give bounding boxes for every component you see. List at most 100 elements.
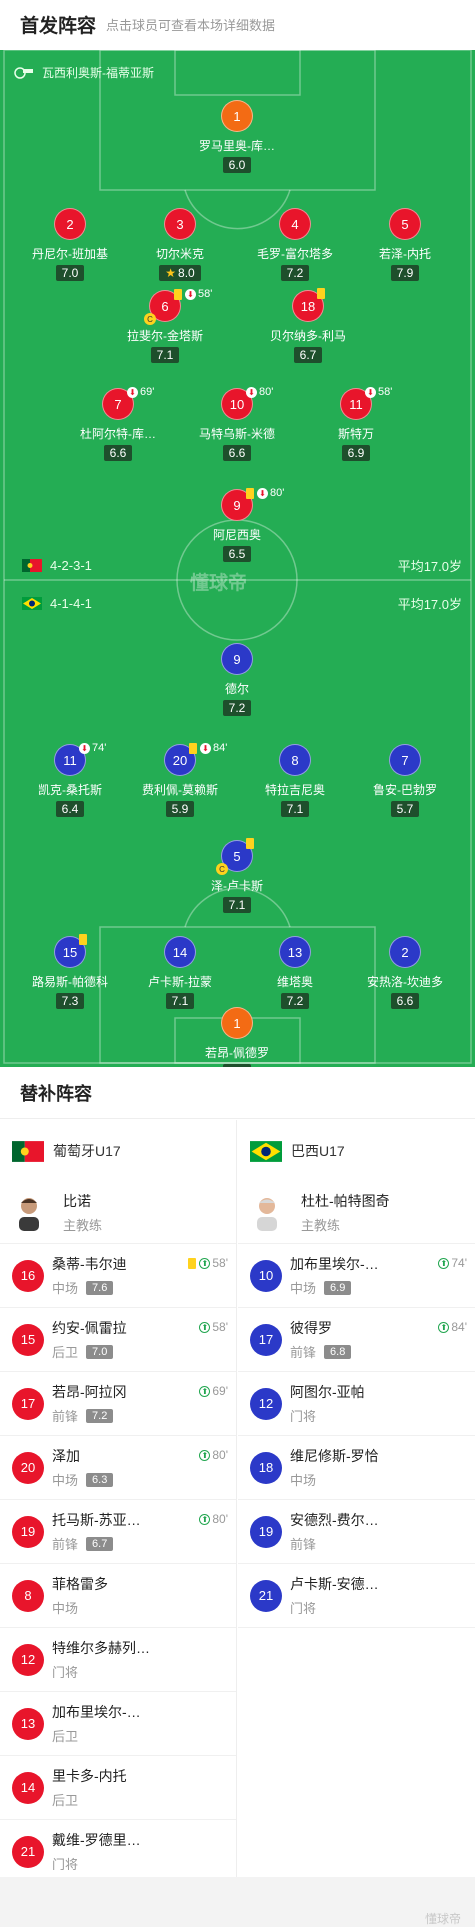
- player-rating: 7.1: [222, 897, 252, 913]
- sub-player-position: 中场: [290, 1281, 317, 1296]
- home-player[interactable]: 3 切尔米克 ★ 8.0: [120, 208, 240, 281]
- sub-in-icon: ⬆: [199, 1449, 211, 1461]
- sub-player-row[interactable]: 14 里卡多-内托 后卫: [0, 1756, 236, 1820]
- sub-in-icon: ⬆: [199, 1513, 211, 1525]
- rating-value: 6.6: [396, 994, 414, 1008]
- home-player[interactable]: 6 ⬇ 58' C 拉斐尔-金塔斯 7.1: [105, 288, 225, 363]
- sub-player-row[interactable]: 19 安德烈-费尔… 前锋: [238, 1500, 475, 1564]
- player-name: 鲁安-巴勃罗: [373, 783, 437, 797]
- home-player[interactable]: 1 罗马里奥-库… 6.0: [177, 100, 297, 173]
- sub-out-icon: ⬇: [365, 386, 376, 398]
- player-rating: 6.6: [222, 445, 252, 461]
- sub-player-name: 加布里埃尔-…: [52, 1704, 141, 1720]
- sub-player-row[interactable]: 16 桑蒂-韦尔迪 中场 7.6 ⬆ 58': [0, 1244, 236, 1308]
- player-name: 凯克-桑托斯: [38, 783, 102, 797]
- away-player[interactable]: 20 ⬇ 84' 费利佩-莫赖斯 5.9: [120, 742, 240, 817]
- page-subtitle: 点击球员可查看本场详细数据: [106, 17, 276, 33]
- away-team-header[interactable]: 巴西U17: [238, 1120, 475, 1182]
- rating-value: 7.2: [286, 994, 304, 1008]
- sub-player-row[interactable]: 21 戴维-罗德里… 门将: [0, 1820, 236, 1884]
- sub-player-row[interactable]: 15 约安-佩雷拉 后卫 7.0 ⬆ 58': [0, 1308, 236, 1372]
- captain-icon: C: [144, 313, 156, 325]
- rating-value: 7.2: [228, 701, 246, 715]
- away-subs-column: 巴西U17 杜杜-帕特图奇 主教练 10 加布里埃尔-… 中场 6.9 ⬆ 74' 17 彼得罗…: [238, 1120, 475, 1628]
- sub-player-row[interactable]: 17 彼得罗 前锋 6.8 ⬆ 84': [238, 1308, 475, 1372]
- away-player[interactable]: 9 德尔 7.2: [177, 643, 297, 716]
- away-player[interactable]: 5 C 泽-卢卡斯 7.1: [177, 838, 297, 913]
- sub-in-minute: 84': [451, 1320, 467, 1334]
- home-player[interactable]: 9 ⬇ 80' 阿尼西奥 6.5: [177, 487, 297, 562]
- player-events: [246, 838, 257, 849]
- player-name: 费利佩-莫赖斯: [142, 783, 218, 797]
- sub-player-row[interactable]: 12 阿图尔-亚帕 门将: [238, 1372, 475, 1436]
- yellow-card-icon: [246, 838, 254, 849]
- sub-minute: 58': [378, 386, 393, 398]
- sub-player-row[interactable]: 10 加布里埃尔-… 中场 6.9 ⬆ 74': [238, 1244, 475, 1308]
- sub-player-name: 加布里埃尔-…: [290, 1256, 379, 1272]
- sub-player-row[interactable]: 8 菲格雷多 中场: [0, 1564, 236, 1628]
- home-team-name: 葡萄牙U17: [53, 1143, 121, 1159]
- home-player[interactable]: 2 丹尼尔-班加基 7.0: [10, 208, 130, 281]
- home-player[interactable]: 11 ⬇ 58' 斯特万 6.9: [296, 386, 416, 461]
- away-player[interactable]: 13 维塔奥 7.2: [235, 936, 355, 1009]
- page-title: 首发阵容: [20, 15, 97, 37]
- coach-avatar-icon: [19, 1197, 39, 1231]
- sub-player-name: 托马斯-苏亚…: [52, 1512, 141, 1528]
- home-player[interactable]: 10 ⬇ 80' 马特乌斯-米德 6.6: [177, 386, 297, 461]
- player-number: 10 ⬇ 80': [221, 386, 273, 420]
- sub-player-position: 门将: [290, 1601, 317, 1616]
- away-player[interactable]: 14 卢卡斯-拉蒙 7.1: [120, 936, 240, 1009]
- sub-player-row[interactable]: 17 若昂-阿拉冈 前锋 7.2 ⬆ 69': [0, 1372, 236, 1436]
- player-rating: 6.5: [222, 546, 252, 562]
- away-player[interactable]: 1若昂-佩德罗7.4: [177, 1007, 297, 1067]
- sub-in-minute: 58': [212, 1256, 228, 1270]
- sub-minute: 74': [92, 742, 107, 754]
- yellow-card-icon: [174, 288, 182, 300]
- away-player[interactable]: 8 特拉吉尼奥 7.1: [235, 744, 355, 817]
- player-rating: 7.9: [390, 265, 420, 281]
- whistle-icon: [14, 66, 33, 79]
- away-player[interactable]: 7 鲁安-巴勃罗 5.7: [345, 744, 465, 817]
- home-coach[interactable]: 比诺 主教练: [0, 1182, 236, 1244]
- player-name: 马特乌斯-米德: [199, 427, 275, 441]
- home-player[interactable]: 7 ⬇ 69' 杜阿尔特-库… 6.6: [58, 386, 178, 461]
- footer-watermark: 懂球帝: [424, 1912, 461, 1926]
- sub-player-row[interactable]: 19 托马斯-苏亚… 前锋 6.7 ⬆ 80': [0, 1500, 236, 1564]
- yellow-card-icon: [188, 1257, 197, 1269]
- away-player[interactable]: 2 安热洛-坎迪多 6.6: [345, 936, 465, 1009]
- away-coach[interactable]: 杜杜-帕特图奇 主教练: [238, 1182, 475, 1244]
- sub-player-row[interactable]: 12 特维尔多赫列… 门将: [0, 1628, 236, 1692]
- player-number: 9 ⬇ 80': [221, 487, 284, 521]
- sub-player-row[interactable]: 13 加布里埃尔-… 后卫: [0, 1692, 236, 1756]
- sub-player-position: 后卫: [52, 1729, 79, 1744]
- sub-in-minute: 69': [212, 1384, 228, 1398]
- home-formation: 4-2-3-1: [50, 558, 92, 573]
- away-player[interactable]: 15 路易斯-帕德科 7.3: [10, 934, 130, 1009]
- home-player[interactable]: 18 贝尔纳多-利马 6.7: [248, 288, 368, 363]
- home-team-header[interactable]: 葡萄牙U17: [0, 1120, 236, 1182]
- player-number: 2: [389, 936, 421, 968]
- sub-player-position: 前锋: [290, 1345, 317, 1360]
- sub-player-name: 约安-佩雷拉: [52, 1320, 127, 1336]
- player-name: 维塔奥: [276, 975, 313, 989]
- player-number: 3: [164, 208, 196, 240]
- portugal-flag-icon: [12, 1140, 44, 1162]
- rating-value: 5.9: [171, 802, 189, 816]
- player-name: 毛罗-富尔塔多: [257, 247, 333, 261]
- home-player[interactable]: 5 若泽-内托 7.9: [345, 208, 465, 281]
- sub-player-row[interactable]: 18 维尼修斯-罗恰 中场: [238, 1436, 475, 1500]
- sub-player-rating: 6.8: [324, 1344, 352, 1359]
- player-number: 20 ⬇ 84': [164, 742, 227, 776]
- player-number: 8: [279, 744, 311, 776]
- away-player[interactable]: 11 ⬇ 74' 凯克-桑托斯 6.4: [10, 742, 130, 817]
- sub-player-events: ⬆ 80': [199, 1448, 228, 1462]
- away-formation-row: 4-1-4-1 平均17.0岁: [22, 594, 462, 613]
- player-name: 卢卡斯-拉蒙: [148, 975, 212, 989]
- player-events: ⬇ 80': [246, 386, 273, 398]
- player-events: [79, 934, 90, 945]
- away-formation: 4-1-4-1: [50, 596, 92, 611]
- home-player[interactable]: 4 毛罗-富尔塔多 7.2: [235, 208, 355, 281]
- sub-player-row[interactable]: 20 泽加 中场 6.3 ⬆ 80': [0, 1436, 236, 1500]
- sub-player-row[interactable]: 21 卢卡斯-安德… 门将: [238, 1564, 475, 1628]
- player-rating: 6.9: [341, 445, 371, 461]
